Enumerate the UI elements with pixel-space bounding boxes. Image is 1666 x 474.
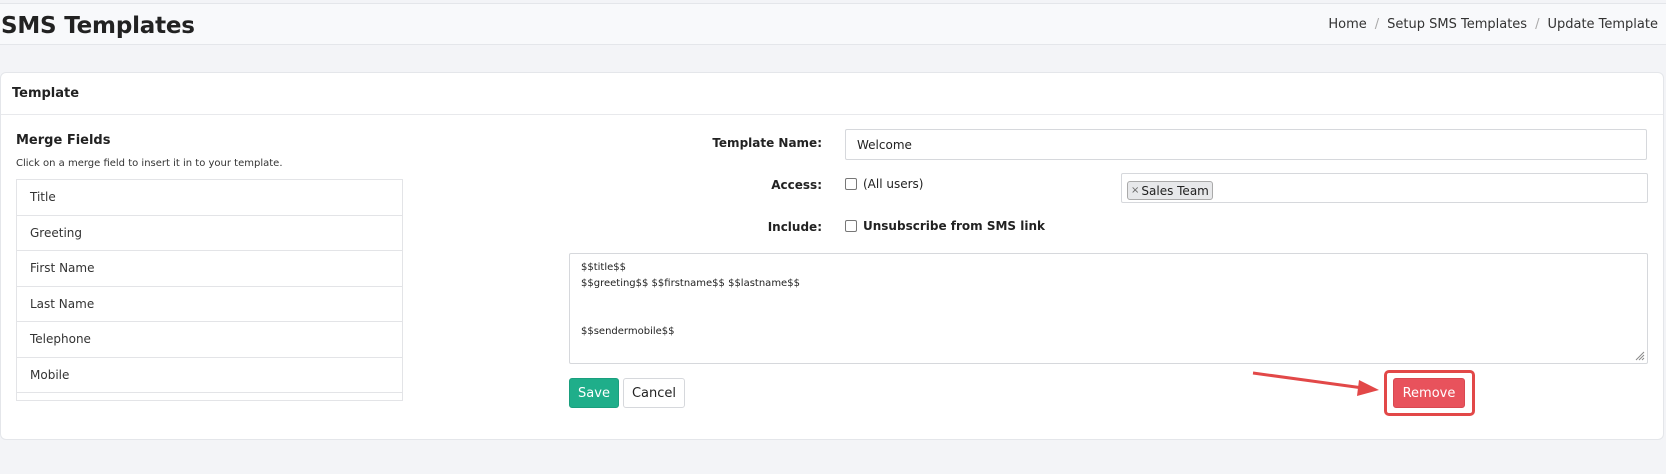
breadcrumb-home[interactable]: Home: [1328, 17, 1366, 32]
merge-field-title[interactable]: Title: [17, 180, 402, 216]
tag-remove-icon[interactable]: ×: [1131, 185, 1139, 196]
all-users-label: (All users): [863, 177, 924, 191]
body-line: $$sendermobile$$: [581, 326, 675, 337]
merge-field-telephone[interactable]: Telephone: [17, 322, 402, 358]
access-tag-sales-team: × Sales Team: [1127, 181, 1213, 200]
merge-field-first-name[interactable]: First Name: [17, 251, 402, 287]
resize-grip-icon[interactable]: [1635, 351, 1645, 361]
save-button[interactable]: Save: [569, 378, 619, 408]
annotation-arrow-icon: [1252, 371, 1379, 396]
unsubscribe-checkbox[interactable]: [845, 220, 857, 232]
template-card: Template Merge Fields Click on a merge f…: [0, 72, 1664, 440]
page-footer-strip: [0, 460, 1666, 474]
page-title: SMS Templates: [1, 13, 195, 39]
remove-button[interactable]: Remove: [1393, 378, 1465, 408]
access-label: Access:: [771, 178, 822, 192]
body-line: [581, 308, 1636, 324]
all-users-checkbox-wrap[interactable]: (All users): [845, 177, 923, 191]
breadcrumb-separator: /: [1535, 17, 1540, 32]
access-select[interactable]: × Sales Team: [1121, 173, 1648, 203]
tag-label: Sales Team: [1141, 183, 1209, 198]
merge-field-mobile[interactable]: Mobile: [17, 358, 402, 393]
body-line: $$title$$: [581, 262, 626, 273]
merge-field-greeting[interactable]: Greeting: [17, 216, 402, 251]
merge-field-last-name[interactable]: Last Name: [17, 287, 402, 322]
template-body-textarea[interactable]: $$title$$ $$greeting$$ $$firstname$$ $$l…: [569, 253, 1648, 364]
breadcrumb-current: Update Template: [1547, 17, 1658, 32]
unsubscribe-checkbox-wrap[interactable]: Unsubscribe from SMS link: [845, 219, 1045, 233]
all-users-checkbox[interactable]: [845, 178, 857, 190]
body-line: $$greeting$$ $$firstname$$ $$lastname$$: [581, 278, 800, 289]
template-name-label: Template Name:: [712, 136, 822, 150]
card-title: Template: [1, 73, 1663, 115]
merge-fields-hint: Click on a merge field to insert it in t…: [16, 158, 283, 169]
include-label: Include:: [767, 220, 822, 234]
body-line: [581, 292, 1636, 308]
template-name-input[interactable]: [845, 129, 1647, 160]
merge-fields-title: Merge Fields: [16, 133, 111, 148]
breadcrumb-separator: /: [1374, 17, 1380, 32]
breadcrumb: Home / Setup SMS Templates / Update Temp…: [1328, 17, 1658, 32]
unsubscribe-label: Unsubscribe from SMS link: [863, 219, 1045, 233]
merge-fields-list[interactable]: Title Greeting First Name Last Name Tele…: [16, 179, 403, 401]
page-header: SMS Templates Home / Setup SMS Templates…: [0, 3, 1666, 45]
breadcrumb-setup-sms-templates[interactable]: Setup SMS Templates: [1387, 17, 1527, 32]
cancel-button[interactable]: Cancel: [623, 378, 685, 408]
